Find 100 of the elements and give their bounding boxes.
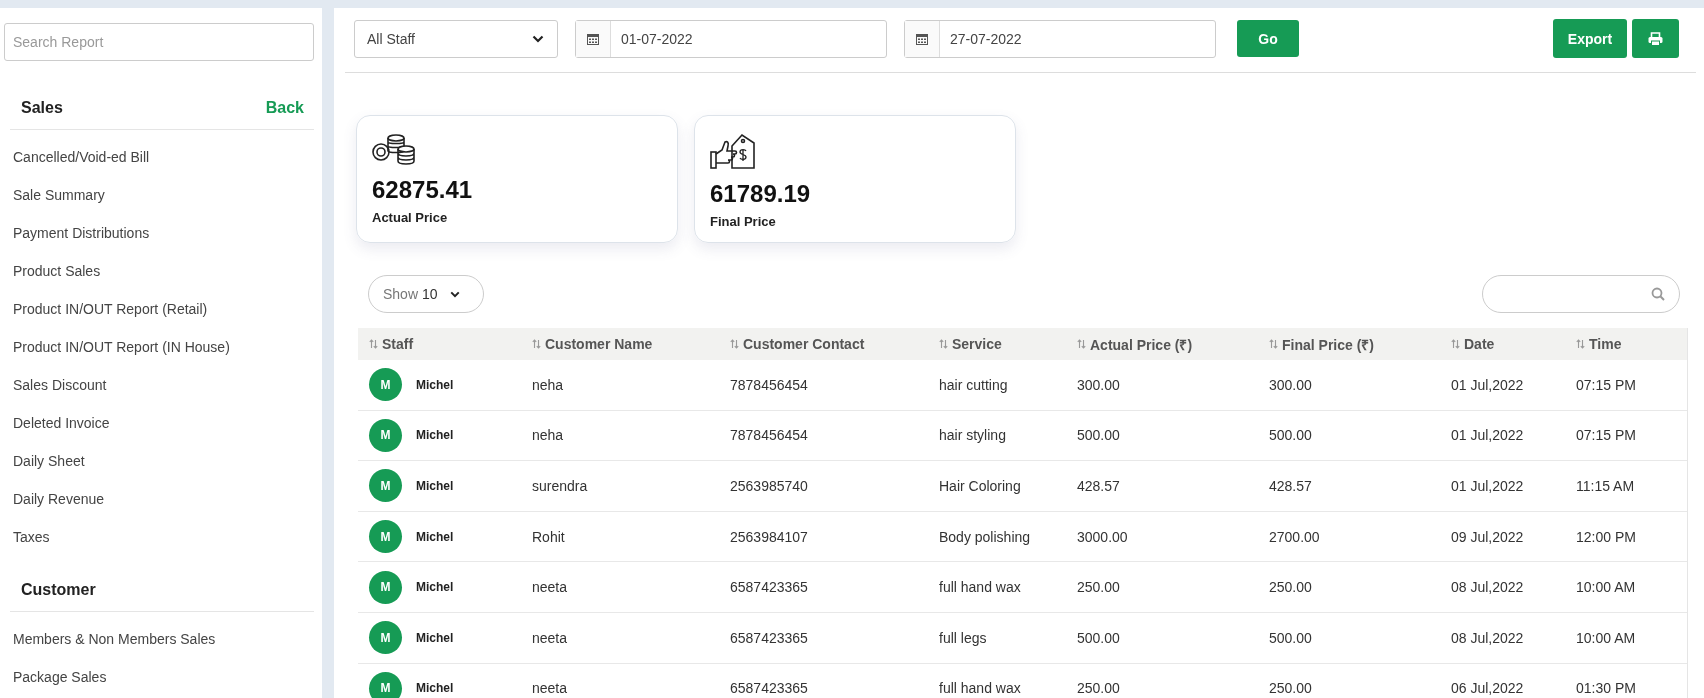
avatar: M	[369, 671, 402, 698]
sidebar-item[interactable]: Taxes	[4, 518, 314, 556]
table-cell-text: 6587423365	[729, 680, 809, 697]
column-header[interactable]: Date	[1440, 336, 1565, 352]
table-cell-text: 300.00	[1076, 376, 1121, 393]
table-cell-text: 7878456454	[729, 427, 809, 444]
sort-icon	[1077, 339, 1086, 349]
stat-label: Final Price	[710, 214, 777, 229]
table-cell-text: 2563984107	[729, 528, 809, 545]
table-cell-text: 11:15 AM	[1575, 478, 1636, 494]
section-heading: Customer	[21, 581, 96, 599]
date-field[interactable]: 27-07-2022	[904, 19, 1216, 58]
table-cell-text: 428.57	[1268, 478, 1313, 494]
avatar: M	[369, 418, 402, 452]
table-cell-text: 01 Jul,2022	[1450, 427, 1525, 444]
column-header[interactable]: Staff	[358, 336, 521, 352]
staff-name: Michel	[416, 630, 454, 645]
table-cell-text: 06 Jul,2022	[1450, 680, 1525, 697]
table-cell-text: 10:00 AM	[1575, 629, 1637, 646]
staff-name: Michel	[416, 377, 454, 392]
table-cell-text: neha	[531, 376, 565, 393]
search-field[interactable]: Search Report	[4, 23, 314, 61]
calendar-icon	[916, 32, 928, 45]
column-header[interactable]: Final Price (₹)	[1258, 334, 1440, 354]
table-cell-text: hair cutting	[938, 376, 1009, 393]
table-cell-text: 250.00	[1076, 579, 1121, 596]
table-cell-text: surendra	[531, 478, 589, 494]
sidebar-item[interactable]: Product IN/OUT Report (IN House)	[4, 328, 314, 366]
table-cell-text: 10:00 AM	[1575, 579, 1637, 596]
sidebar-item[interactable]: Product Sales	[4, 252, 314, 290]
table-cell-text: 3000.00	[1076, 528, 1129, 545]
table-cell-text: 01 Jul,2022	[1450, 478, 1525, 494]
table-cell-text: 2563985740	[729, 478, 809, 494]
column-header[interactable]: Service	[928, 336, 1066, 352]
table-cell-text: 09 Jul,2022	[1450, 528, 1525, 545]
calendar-icon	[587, 32, 599, 45]
table-cell-text: 428.57	[1076, 478, 1121, 494]
table-cell-text: 500.00	[1076, 427, 1121, 444]
table-cell-text: Body polishing	[938, 528, 1032, 545]
sidebar-item[interactable]: Payment Distributions	[4, 214, 314, 252]
avatar: M	[369, 621, 402, 655]
table-cell-text: full hand wax	[938, 579, 1022, 596]
print-button[interactable]	[1632, 19, 1679, 58]
date-field[interactable]: 01-07-2022	[575, 19, 887, 58]
sidebar-item[interactable]: Sale Summary	[4, 176, 314, 214]
sort-icon	[730, 339, 739, 349]
sort-icon	[939, 339, 948, 349]
avatar: M	[369, 570, 402, 604]
table-cell-text: neeta	[531, 680, 569, 697]
table-cell-text: 7878456454	[729, 376, 809, 393]
sidebar-item[interactable]: Sales Discount	[4, 366, 314, 404]
column-header[interactable]: Time	[1565, 336, 1687, 352]
staff-name: Michel	[416, 580, 454, 595]
section-heading: Sales	[21, 99, 63, 117]
table-cell-text: 250.00	[1268, 579, 1313, 596]
sort-icon	[1576, 339, 1585, 349]
coins-icon	[372, 132, 416, 166]
table-cell-text: Rohit	[531, 528, 566, 545]
avatar: M	[369, 469, 402, 503]
table-cell-text: neeta	[531, 629, 569, 646]
sidebar-item[interactable]: Deleted Invoice	[4, 404, 314, 442]
staff-name: Michel	[416, 681, 454, 696]
table-cell-text: 08 Jul,2022	[1450, 579, 1525, 596]
table-cell-text: 12:00 PM	[1575, 528, 1637, 545]
print-icon	[1648, 31, 1663, 46]
table-cell-text: 500.00	[1268, 427, 1313, 444]
staff-name: Michel	[416, 479, 454, 493]
table-cell-text: 01 Jul,2022	[1450, 376, 1525, 393]
sidebar-item[interactable]: Product IN/OUT Report (Retail)	[4, 290, 314, 328]
avatar: M	[369, 520, 402, 554]
column-header[interactable]: Customer Name	[521, 336, 719, 352]
sidebar-item[interactable]: Members & Non Members Sales	[4, 620, 314, 658]
staff-select[interactable]: All Staff	[354, 19, 558, 58]
sidebar-item[interactable]: Package Sales	[4, 658, 314, 696]
stat-value: 61789.19	[710, 180, 812, 208]
table-cell-text: neeta	[531, 579, 569, 596]
table-cell-text: neha	[531, 427, 565, 444]
column-header[interactable]: Customer Contact	[719, 336, 928, 352]
stat-label: Actual Price	[372, 210, 449, 225]
stat-value: 62875.41	[372, 176, 474, 204]
export-button[interactable]: Export	[1553, 19, 1627, 58]
column-header[interactable]: Actual Price (₹)	[1066, 334, 1258, 354]
go-button[interactable]: Go	[1237, 20, 1299, 57]
sidebar-item[interactable]: Cancelled/Void-ed Bill	[4, 138, 314, 176]
table-cell-text: 300.00	[1268, 376, 1313, 393]
thumbs-up-price-tag-icon	[710, 132, 756, 170]
caret-icon	[532, 34, 544, 43]
table-cell-text: 07:15 PM	[1575, 427, 1637, 444]
sidebar-item[interactable]: Daily Revenue	[4, 480, 314, 518]
sort-icon	[369, 339, 378, 349]
sidebar-item[interactable]: Daily Sheet	[4, 442, 314, 480]
table-cell-text: hair styling	[938, 427, 1007, 444]
back-link[interactable]: Back	[265, 99, 304, 117]
sort-icon	[1451, 339, 1460, 349]
avatar: M	[369, 368, 402, 402]
table-cell-text: 01:30 PM	[1575, 680, 1637, 697]
table-cell-text: 250.00	[1076, 680, 1121, 697]
table-cell-text: 6587423365	[729, 579, 809, 596]
staff-name: Michel	[416, 428, 454, 443]
table-cell-text: 500.00	[1076, 629, 1121, 646]
